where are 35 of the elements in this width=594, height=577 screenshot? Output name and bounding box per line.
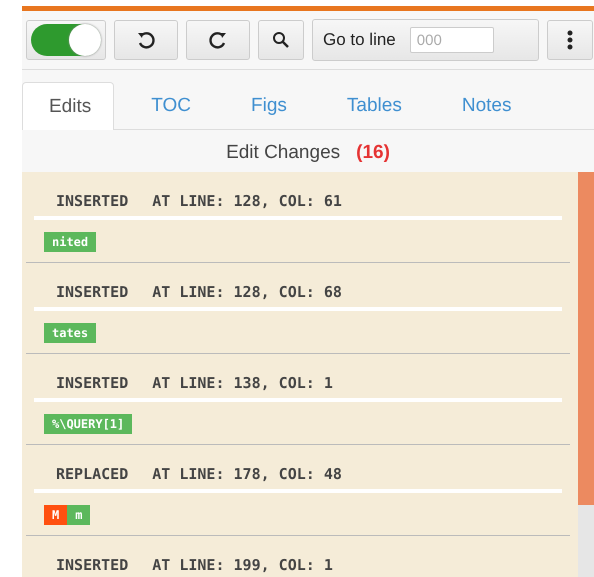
menu-button[interactable] <box>547 20 593 60</box>
tab[interactable]: Edits <box>22 82 114 130</box>
search-icon <box>272 31 290 49</box>
edit-action: INSERTED <box>56 283 128 301</box>
line-number-field[interactable]: 000 <box>410 27 494 53</box>
removed-text-chip: M <box>44 505 68 525</box>
tab[interactable]: TOC <box>124 82 214 129</box>
edit-location: AT LINE: 178, COL: 48 <box>152 465 342 483</box>
edit-action: INSERTED <box>56 556 128 574</box>
edit-location: AT LINE: 199, COL: 1 <box>152 556 333 574</box>
section-title: Edit Changes <box>226 142 340 164</box>
tab[interactable]: Notes <box>434 82 534 129</box>
go-to-line-control[interactable]: Go to line 000 <box>312 19 539 61</box>
edit-location: AT LINE: 138, COL: 1 <box>152 374 333 392</box>
undo-button[interactable] <box>114 20 178 60</box>
toggle-switch[interactable] <box>26 20 106 60</box>
added-text-chip: m <box>67 505 90 525</box>
edit-action: INSERTED <box>56 374 128 392</box>
tab[interactable]: Tables <box>320 82 425 129</box>
undo-icon <box>136 30 156 50</box>
edit-location: AT LINE: 128, COL: 61 <box>152 192 342 210</box>
redo-icon <box>208 30 228 50</box>
go-to-line-label: Go to line <box>323 30 396 50</box>
added-text-chip: nited <box>44 232 96 252</box>
change-count: (16) <box>356 142 390 164</box>
edit-action: INSERTED <box>56 192 128 210</box>
tab[interactable]: Figs <box>224 82 310 129</box>
search-button[interactable] <box>258 20 304 60</box>
more-icon <box>567 30 573 50</box>
redo-button[interactable] <box>186 20 250 60</box>
added-text-chip: %\QUERY[1] <box>44 414 132 434</box>
scrollbar[interactable] <box>578 172 594 577</box>
edit-location: AT LINE: 128, COL: 68 <box>152 283 342 301</box>
added-text-chip: tates <box>44 323 96 343</box>
edit-action: REPLACED <box>56 465 128 483</box>
